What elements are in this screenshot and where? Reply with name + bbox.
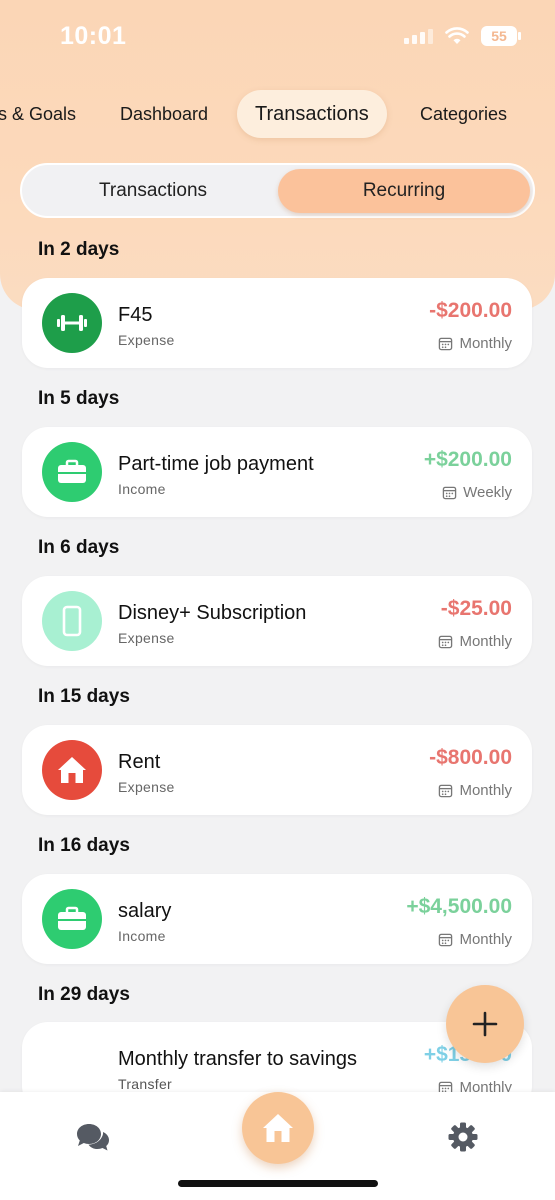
calendar-icon: [439, 784, 453, 798]
home-icon: [263, 1114, 293, 1142]
item-title: Rent: [118, 751, 161, 773]
frequency-label: Monthly: [459, 931, 512, 948]
item-amount: +$4,500.00: [406, 895, 512, 918]
item-type: Expense: [118, 779, 175, 795]
item-frequency: Monthly: [438, 633, 512, 650]
item-frequency: Weekly: [442, 484, 512, 501]
chat-button[interactable]: [70, 1114, 116, 1160]
item-amount: -$25.00: [440, 597, 512, 620]
item-amount: -$200.00: [429, 299, 512, 322]
briefcase-icon: [58, 459, 86, 483]
recurring-item-card[interactable]: Part-time job payment Income +$200.00 We…: [22, 427, 532, 517]
phone-icon: [62, 605, 82, 637]
calendar-icon: [439, 337, 453, 351]
category-icon-circle: [42, 442, 102, 502]
section-header: In 29 days: [38, 984, 130, 1005]
item-amount: -$800.00: [429, 746, 512, 769]
add-recurring-button[interactable]: [446, 985, 524, 1063]
status-icons: 55: [404, 26, 521, 46]
section-header: In 5 days: [38, 388, 120, 409]
home-button[interactable]: [242, 1092, 314, 1164]
tab-transactions[interactable]: Transactions: [237, 90, 387, 138]
frequency-label: Monthly: [459, 782, 512, 799]
frequency-label: Weekly: [463, 484, 512, 501]
segment-recurring[interactable]: Recurring: [278, 169, 530, 213]
wifi-icon: [445, 27, 469, 44]
item-title: salary: [118, 900, 172, 922]
signal-icon: [404, 28, 433, 44]
recurring-item-card[interactable]: Rent Expense -$800.00 Monthly: [22, 725, 532, 815]
house-icon: [58, 757, 86, 783]
plus-icon: [472, 1011, 498, 1037]
tab-dashboard[interactable]: Dashboard: [120, 90, 208, 138]
calendar-icon: [439, 635, 453, 649]
item-title: Part-time job payment: [118, 453, 314, 475]
item-title: Disney+ Subscription: [118, 602, 307, 624]
calendar-icon: [442, 486, 457, 500]
tab-categories[interactable]: Categories: [420, 90, 507, 138]
section-header: In 16 days: [38, 835, 130, 856]
category-icon-circle: [42, 293, 102, 353]
status-bar: 10:01 55: [0, 0, 555, 75]
status-time: 10:01: [60, 22, 127, 50]
recurring-item-card[interactable]: Disney+ Subscription Expense -$25.00 Mon…: [22, 576, 532, 666]
gear-icon: [448, 1122, 478, 1152]
item-title: F45: [118, 304, 153, 326]
item-type: Expense: [118, 630, 175, 646]
recurring-item-card[interactable]: salary Income +$4,500.00 Monthly: [22, 874, 532, 964]
category-icon-circle: [42, 889, 102, 949]
section-header: In 15 days: [38, 686, 130, 707]
item-type: Expense: [118, 332, 175, 348]
briefcase-icon: [58, 906, 86, 930]
item-type: Income: [118, 481, 166, 497]
settings-button[interactable]: [440, 1114, 486, 1160]
item-frequency: Monthly: [438, 931, 512, 948]
frequency-label: Monthly: [459, 335, 512, 352]
recurring-item-card[interactable]: F45 Expense -$200.00 Monthly: [22, 278, 532, 368]
item-type: Income: [118, 928, 166, 944]
section-header: In 6 days: [38, 537, 120, 558]
category-icon-circle: [42, 740, 102, 800]
frequency-label: Monthly: [459, 633, 512, 650]
segmented-control: Transactions Recurring: [20, 163, 535, 218]
segment-transactions[interactable]: Transactions: [28, 169, 278, 213]
item-type: Transfer: [118, 1076, 173, 1092]
item-amount: +$200.00: [423, 448, 512, 471]
item-title: Monthly transfer to savings: [118, 1048, 357, 1070]
top-tab-bar: s & Goals Dashboard Transactions Categor…: [0, 90, 555, 140]
home-indicator: [178, 1180, 378, 1187]
category-icon-circle: [42, 591, 102, 651]
calendar-icon: [439, 933, 453, 947]
battery-icon: 55: [481, 26, 521, 46]
item-frequency: Monthly: [438, 782, 512, 799]
dumbbell-icon: [57, 315, 87, 331]
chat-icon: [77, 1124, 109, 1151]
section-header: In 2 days: [38, 239, 120, 260]
tab-savings-goals[interactable]: s & Goals: [0, 90, 76, 138]
item-frequency: Monthly: [438, 335, 512, 352]
